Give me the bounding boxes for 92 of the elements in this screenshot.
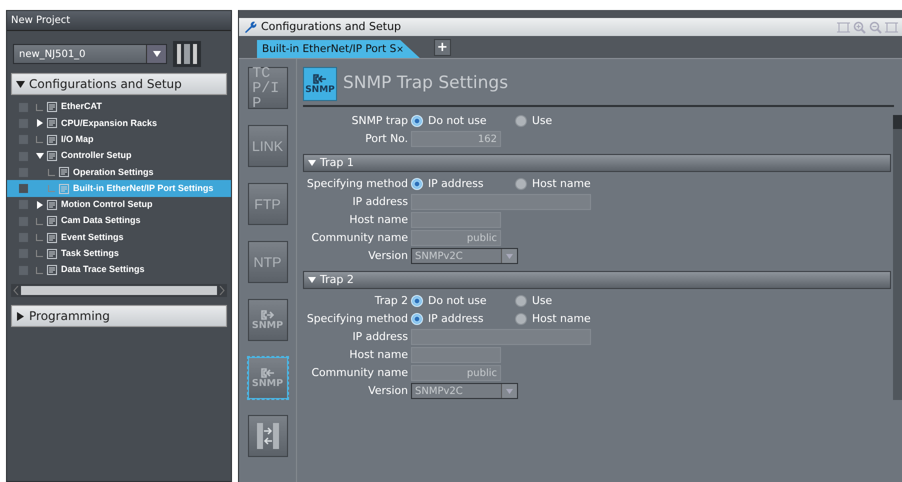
radio-option[interactable]: Do not use	[411, 112, 515, 130]
tree-item[interactable]: CPU/Expansion Racks	[7, 115, 231, 132]
field-label: Specifying method	[306, 176, 409, 192]
transfer-button[interactable]	[248, 415, 288, 457]
settings-page-icon	[59, 167, 69, 178]
fit-icon[interactable]	[837, 20, 850, 34]
tree-item[interactable]: Event Settings	[7, 229, 231, 246]
checkbox[interactable]	[19, 266, 28, 275]
field-label: Version	[367, 382, 409, 399]
caret-down-icon[interactable]	[16, 80, 25, 88]
device-dropdown[interactable]: new_NJ501_0	[13, 44, 167, 64]
radio-option[interactable]: Do not use	[411, 292, 515, 310]
tree-item[interactable]: Built-in EtherNet/IP Port Settings	[7, 180, 231, 197]
field-label: Host name	[348, 346, 409, 363]
radio-option[interactable]: Use	[515, 112, 619, 130]
zoom-in-icon[interactable]	[853, 20, 866, 34]
settings-page-icon	[47, 216, 57, 226]
tree-item[interactable]: I/O Map	[7, 132, 231, 148]
field-label: SNMP trap	[350, 112, 409, 129]
field-label: Host name	[348, 212, 409, 228]
section-header[interactable]: Configurations and Setup	[11, 73, 227, 95]
field-label: Trap 2	[374, 292, 409, 309]
tree-item[interactable]: Data Trace Settings	[7, 262, 231, 278]
tree-item[interactable]: Cam Data Settings	[7, 213, 231, 230]
settings-page-icon	[47, 248, 57, 259]
wrench-icon	[243, 20, 257, 34]
snmp-button[interactable]: SNMP	[248, 357, 288, 399]
group-header[interactable]: Trap 2	[303, 271, 891, 289]
radio-option[interactable]: IP address	[411, 176, 515, 192]
checkbox[interactable]	[19, 216, 28, 226]
settings-page-icon	[59, 184, 69, 194]
settings-page-icon	[47, 102, 57, 112]
caret-right-icon[interactable]	[36, 200, 44, 209]
controller-icon[interactable]	[173, 41, 201, 67]
checkbox[interactable]	[19, 168, 28, 177]
group-header[interactable]: Trap 1	[303, 154, 891, 172]
checkbox[interactable]	[19, 102, 28, 112]
page-heading: SNMP Trap Settings	[343, 72, 508, 96]
field-label: Version	[367, 248, 409, 264]
tree-item[interactable]: EtherCAT	[7, 99, 231, 116]
arrow-icon	[312, 73, 328, 85]
settings-page-icon	[47, 134, 57, 145]
tree-item[interactable]: Operation Settings	[7, 164, 231, 180]
settings-page-icon	[47, 151, 57, 162]
horizontal-scrollbar[interactable]	[11, 284, 227, 298]
fit-icon[interactable]	[885, 20, 898, 34]
checkbox[interactable]	[19, 200, 28, 210]
panel-title: Configurations and Setup	[261, 18, 402, 35]
field-label: Port No.	[364, 130, 409, 147]
snmp-button[interactable]: SNMP	[248, 299, 288, 341]
snmp-icon: SNMP	[303, 67, 337, 101]
field-label: IP address	[351, 328, 409, 345]
checkbox[interactable]	[19, 233, 28, 242]
checkbox[interactable]	[19, 152, 28, 161]
settings-button[interactable]: LINK	[248, 125, 288, 167]
vertical-scrollbar[interactable]	[893, 115, 902, 400]
caret-down-icon	[506, 254, 513, 258]
settings-button[interactable]: TCP/IP	[248, 67, 288, 109]
field-label: IP address	[351, 194, 409, 210]
settings-page-icon	[47, 118, 57, 128]
transfer-icon	[256, 422, 280, 450]
settings-page-icon	[47, 232, 57, 243]
arrow-icon	[260, 309, 276, 321]
arrow-icon	[260, 367, 276, 379]
settings-page-icon	[47, 200, 57, 210]
settings-page-icon	[47, 265, 57, 276]
tree-item[interactable]: Motion Control Setup	[7, 196, 231, 214]
add-tab-button[interactable]: +	[434, 39, 451, 56]
checkbox[interactable]	[19, 249, 28, 258]
radio-option[interactable]: Host name	[515, 310, 619, 328]
checkbox[interactable]	[19, 118, 28, 128]
scroll-right-icon[interactable]	[219, 286, 225, 296]
tree-item[interactable]: Task Settings	[7, 246, 231, 262]
checkbox[interactable]	[19, 135, 28, 144]
zoom-out-icon[interactable]	[869, 20, 882, 34]
caret-down-icon	[152, 51, 160, 57]
caret-down-icon	[506, 388, 513, 394]
radio-option[interactable]: Host name	[515, 176, 619, 192]
field-label: Community name	[310, 364, 409, 381]
caret-right-icon[interactable]	[36, 119, 44, 128]
field-label: Specifying method	[306, 310, 409, 327]
tree-item[interactable]: Controller Setup	[7, 148, 231, 164]
checkbox[interactable]	[19, 184, 28, 194]
tab[interactable]: Built-in EtherNet/IP Port S×	[257, 40, 420, 58]
caret-down-icon[interactable]	[36, 152, 44, 160]
caret-right-icon[interactable]	[16, 312, 25, 321]
section-header[interactable]: Programming	[11, 305, 227, 328]
panel-title: New Project	[7, 11, 231, 31]
field-label: Community name	[310, 230, 409, 246]
radio-option[interactable]: IP address	[411, 310, 515, 328]
radio-option[interactable]: Use	[515, 292, 619, 310]
scroll-left-icon[interactable]	[13, 286, 19, 296]
